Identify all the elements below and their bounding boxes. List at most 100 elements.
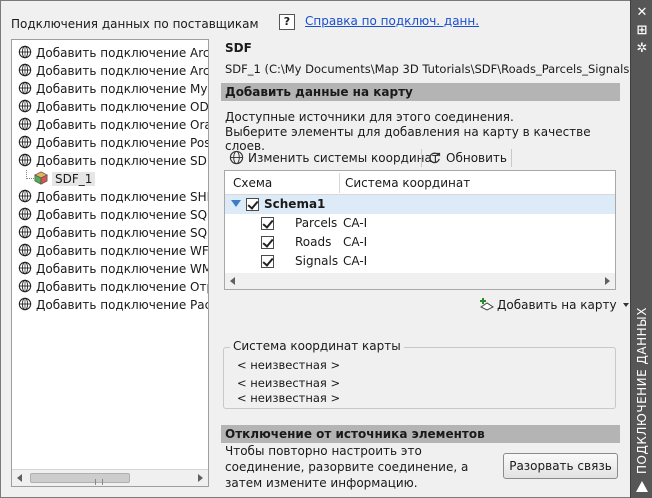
feature-name: Parcels bbox=[295, 216, 338, 230]
tree-provider-item[interactable]: Добавить подключение WMS bbox=[18, 260, 209, 278]
globe-icon bbox=[18, 81, 32, 95]
collapse-arrow-icon[interactable] bbox=[231, 200, 241, 207]
tree-item-label: Добавить подключение Отрас bbox=[36, 280, 209, 294]
scroll-right-icon[interactable] bbox=[198, 474, 203, 482]
schema-checkbox[interactable] bbox=[246, 198, 259, 211]
scroll-left-icon[interactable] bbox=[17, 474, 22, 482]
tree-item-label: Добавить подключение Растр bbox=[36, 298, 209, 312]
grid-toolbar: Изменить системы координат Обновить bbox=[225, 146, 615, 170]
connection-path: SDF_1 (C:\My Documents\Map 3D Tutorials\… bbox=[225, 62, 652, 76]
refresh-button[interactable]: Обновить bbox=[427, 148, 507, 168]
close-icon[interactable]: ✕ bbox=[635, 6, 649, 20]
feature-checkbox[interactable] bbox=[261, 217, 274, 230]
globe-icon bbox=[18, 189, 32, 203]
globe-icon bbox=[18, 99, 32, 113]
feature-checkbox[interactable] bbox=[261, 236, 274, 249]
schema-name: Schema1 bbox=[264, 197, 326, 211]
scroll-left-icon[interactable] bbox=[230, 277, 235, 285]
providers-header: Подключения данных по поставщикам bbox=[11, 17, 259, 31]
feature-row[interactable]: Roads CA-I bbox=[225, 233, 615, 262]
palette-side-strip: ✕ ⊞ ✲ ПОДКЛЮЧЕНИЕ ДАННЫХ bbox=[630, 0, 652, 498]
pin-icon[interactable]: ⊞ bbox=[635, 24, 649, 38]
palette-title: ПОДКЛЮЧЕНИЕ ДАННЫХ bbox=[635, 307, 649, 474]
tree-provider-item[interactable]: Добавить подключение MySQ bbox=[18, 80, 209, 98]
map-cs-value: < неизвестная > bbox=[237, 376, 341, 390]
globe-icon bbox=[18, 243, 32, 257]
schema-grid[interactable]: Схема Система координат Schema1 Parcels C… bbox=[224, 170, 616, 290]
refresh-icon bbox=[429, 152, 441, 164]
globe-icon bbox=[18, 63, 32, 77]
globe-icon bbox=[18, 279, 32, 293]
feature-coordinate-system: CA-I bbox=[343, 216, 368, 230]
grid-horizontal-scrollbar[interactable] bbox=[225, 273, 615, 289]
dropdown-arrow-icon[interactable] bbox=[622, 303, 629, 307]
change-coordinate-systems-button[interactable]: Изменить системы координат bbox=[229, 148, 439, 168]
tree-item-label: Добавить подключение Oracle bbox=[36, 118, 208, 132]
globe-icon bbox=[18, 261, 32, 275]
globe-icon bbox=[18, 117, 32, 131]
tree-provider-item[interactable]: Добавить подключение Отрас bbox=[18, 278, 209, 296]
tree-provider-item[interactable]: Добавить подключение SDF bbox=[18, 152, 209, 170]
tree-provider-item[interactable]: Добавить подключение ODBC bbox=[18, 98, 209, 116]
feature-coordinate-system: CA-I bbox=[343, 254, 368, 268]
tree-connection-item[interactable]: SDF_1 bbox=[26, 170, 96, 188]
help-icon[interactable]: ? bbox=[279, 14, 295, 30]
tree-item-label: Добавить подключение SDF bbox=[36, 154, 209, 168]
change-cs-label: Изменить системы координат bbox=[248, 151, 439, 165]
feature-coordinate-system: CA-I bbox=[343, 235, 368, 249]
feature-name: Roads bbox=[295, 235, 332, 249]
refresh-label: Обновить bbox=[446, 151, 507, 165]
tree-provider-item[interactable]: Добавить подключение Postgr bbox=[18, 134, 209, 152]
tree-provider-item[interactable]: Добавить подключение WFS bbox=[18, 242, 209, 260]
tree-provider-item[interactable]: Добавить подключение ArcSD bbox=[18, 62, 209, 80]
tree-item-label: Добавить подключение ArcSD bbox=[36, 64, 209, 78]
tree-horizontal-scrollbar[interactable] bbox=[12, 469, 208, 486]
globe-icon bbox=[18, 45, 32, 59]
column-schema[interactable]: Схема bbox=[233, 176, 272, 190]
tree-item-label: SDF_1 bbox=[52, 172, 96, 186]
tree-provider-item[interactable]: Добавить подключение SHP bbox=[18, 188, 209, 206]
tree-item-label: Добавить подключение Postgr bbox=[36, 136, 209, 150]
tree-provider-item[interactable]: Добавить подключение ArcGIS bbox=[18, 44, 208, 62]
help-link[interactable]: Справка по подключ. данн. bbox=[305, 14, 479, 28]
tree-provider-item[interactable]: Добавить подключение SQLite bbox=[18, 224, 208, 242]
tree-item-label: Добавить подключение SHP bbox=[36, 190, 209, 204]
globe-icon bbox=[18, 135, 32, 149]
scroll-right-icon[interactable] bbox=[605, 277, 610, 285]
globe-icon bbox=[18, 297, 32, 311]
globe-icon bbox=[18, 207, 32, 221]
cube-icon bbox=[34, 171, 48, 185]
scroll-thumb[interactable] bbox=[30, 473, 130, 485]
connection-title: SDF bbox=[225, 41, 252, 55]
schema-row[interactable]: Schema1 bbox=[225, 195, 615, 214]
autodesk-logo-icon bbox=[636, 481, 648, 492]
tree-provider-item[interactable]: Добавить подключение Растр bbox=[18, 296, 209, 314]
add-to-map-button[interactable]: Добавить на карту bbox=[479, 295, 629, 315]
tree-provider-item[interactable]: Добавить подключение SQL Se bbox=[18, 206, 208, 224]
add-data-section-header: Добавить данные на карту bbox=[221, 83, 620, 101]
tree-item-label: Добавить подключение MySQ bbox=[36, 82, 209, 96]
grid-header: Схема Система координат bbox=[225, 171, 615, 195]
column-coordinate-system[interactable]: Система координат bbox=[345, 176, 470, 190]
disconnect-button[interactable]: Разорвать связь bbox=[503, 453, 618, 479]
add-to-map-label: Добавить на карту bbox=[497, 298, 617, 312]
feature-row[interactable]: Signals CA-I bbox=[225, 252, 615, 281]
tree-item-label: Добавить подключение WFS bbox=[36, 244, 209, 258]
feature-row[interactable]: Parcels CA-I bbox=[225, 214, 615, 243]
tree-item-label: Добавить подключение SQL Se bbox=[36, 208, 208, 222]
tree-item-label: Добавить подключение WMS bbox=[36, 262, 209, 276]
providers-tree[interactable]: Добавить подключение ArcGIS Добавить подк… bbox=[11, 39, 209, 487]
disconnect-description: Чтобы повторно настроить это соединение,… bbox=[225, 444, 469, 490]
feature-name: Signals bbox=[295, 254, 339, 268]
globe-icon bbox=[18, 153, 32, 167]
tree-item-label: Добавить подключение ODBC bbox=[36, 100, 209, 114]
sources-description: Доступные источники для этого соединения… bbox=[225, 110, 514, 124]
feature-checkbox[interactable] bbox=[261, 255, 274, 268]
tree-provider-item[interactable]: Добавить подключение Oracle bbox=[18, 116, 208, 134]
map-cs-value: < неизвестная > bbox=[237, 391, 341, 405]
disconnect-section-header: Отключение от источника элементов bbox=[221, 425, 620, 443]
settings-icon[interactable]: ✲ bbox=[635, 42, 649, 56]
globe-icon bbox=[18, 225, 32, 239]
globe-icon bbox=[229, 150, 244, 165]
add-layer-icon bbox=[480, 298, 494, 311]
